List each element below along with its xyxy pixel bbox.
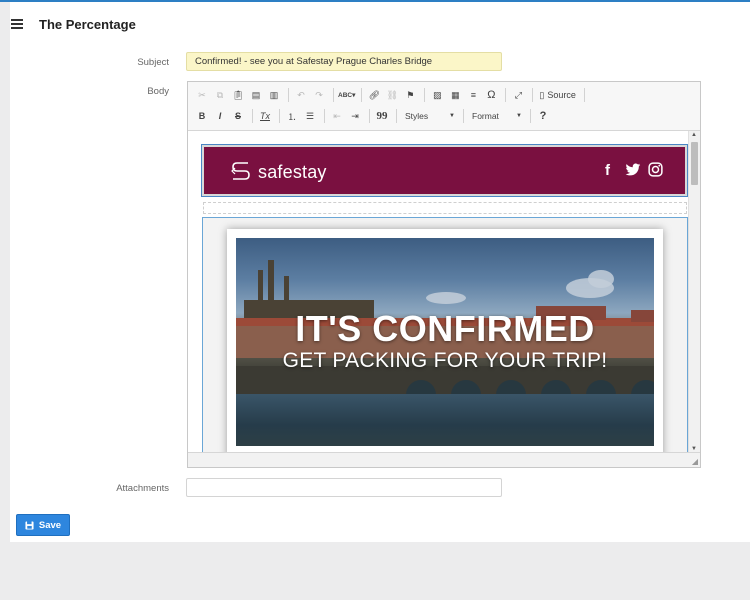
attachments-field[interactable] [186, 478, 502, 497]
chevron-down-icon: ▼ [449, 113, 455, 119]
subject-field[interactable]: Confirmed! - see you at Safestay Prague … [186, 52, 502, 71]
source-button[interactable]: ▯ Source [537, 87, 577, 103]
italic-button[interactable]: I [212, 108, 228, 124]
blockquote-icon[interactable]: 99 [374, 108, 390, 124]
spellcheck-icon[interactable]: ABC ▾ [338, 87, 355, 103]
hero-image-prague: IT'S CONFIRMED GET PACKING FOR YOUR TRIP… [236, 238, 654, 446]
maximize-icon[interactable]: ⤢ [510, 87, 526, 103]
app-title: The Percentage [39, 17, 136, 32]
email-header-banner: safestay f [201, 144, 688, 197]
outdent-icon[interactable]: ⇤ [329, 108, 345, 124]
redo-icon[interactable]: ↷ [311, 87, 327, 103]
unlink-icon[interactable]: ⛓ [384, 87, 400, 103]
editor-toolbar-row-1: ✂ ⧉ 📋︎ ▤ ▥ ↶ ↷ ABC ▾ 🔗︎ ⛓ ⚑ ▨ ▦ ≡ Ω ⤢ ▯ So… [194, 86, 589, 104]
rich-text-editor: ✂ ⧉ 📋︎ ▤ ▥ ↶ ↷ ABC ▾ 🔗︎ ⛓ ⚑ ▨ ▦ ≡ Ω ⤢ ▯ So… [187, 81, 701, 468]
paste-text-icon[interactable]: ▤ [248, 87, 264, 103]
bold-button[interactable]: B [194, 108, 210, 124]
body-label: Body [147, 86, 169, 97]
bulleted-list-icon[interactable]: ☰ [302, 108, 318, 124]
instagram-icon[interactable] [648, 162, 663, 177]
menu-icon[interactable] [11, 19, 23, 30]
cut-icon[interactable]: ✂ [194, 87, 210, 103]
horizontal-rule-icon[interactable]: ≡ [465, 87, 481, 103]
editor-scrollbar[interactable]: ▲ ▼ [688, 131, 700, 452]
floppy-disk-icon [25, 520, 34, 530]
safestay-logo-icon [231, 162, 250, 180]
image-icon[interactable]: ▨ [429, 87, 445, 103]
indent-icon[interactable]: ⇥ [347, 108, 363, 124]
email-hero-section: IT'S CONFIRMED GET PACKING FOR YOUR TRIP… [202, 217, 688, 452]
hero-card: IT'S CONFIRMED GET PACKING FOR YOUR TRIP… [227, 229, 663, 452]
source-icon: ▯ [539, 89, 545, 100]
anchor-icon[interactable]: ⚑ [402, 87, 418, 103]
resize-handle-icon[interactable]: ◢ [692, 457, 698, 466]
undo-icon[interactable]: ↶ [293, 87, 309, 103]
editor-footer: ◢ [188, 452, 700, 467]
strikethrough-button[interactable]: S [230, 108, 246, 124]
table-icon[interactable]: ▦ [447, 87, 463, 103]
link-icon[interactable]: 🔗︎ [366, 87, 382, 103]
editor-content-area[interactable]: safestay f IT'S CONFIRMED GET PACKING FO… [188, 130, 700, 452]
special-char-icon[interactable]: Ω [483, 87, 499, 103]
scroll-up-icon[interactable]: ▲ [691, 132, 697, 138]
chevron-down-icon: ▼ [516, 113, 522, 119]
format-dropdown[interactable]: Format ▼ [468, 108, 526, 124]
facebook-icon[interactable]: f [605, 162, 610, 179]
paste-word-icon[interactable]: ▥ [266, 87, 282, 103]
hero-title: IT'S CONFIRMED [295, 308, 595, 349]
save-label: Save [38, 519, 62, 531]
editor-toolbar-row-2: B I S Tx ⒈ ☰ ⇤ ⇥ 99 Styles ▼ Format ▼ ? [194, 107, 553, 125]
paste-icon[interactable]: 📋︎ [230, 87, 246, 103]
twitter-icon[interactable] [625, 163, 641, 177]
styles-dropdown[interactable]: Styles ▼ [401, 108, 459, 124]
hero-subtitle: GET PACKING FOR YOUR TRIP! [282, 349, 608, 372]
email-spacer-row [203, 202, 687, 214]
scrollbar-thumb[interactable] [691, 142, 698, 185]
subject-label: Subject [137, 57, 169, 68]
copy-icon[interactable]: ⧉ [212, 87, 228, 103]
save-button[interactable]: Save [16, 514, 70, 536]
help-button[interactable]: ? [535, 108, 551, 124]
app-header: The Percentage [10, 2, 750, 44]
numbered-list-icon[interactable]: ⒈ [284, 108, 300, 124]
remove-format-button[interactable]: Tx [257, 108, 273, 124]
attachments-label: Attachments [116, 483, 169, 494]
main-panel: The Percentage Subject Confirmed! - see … [10, 2, 750, 542]
brand-name: safestay [258, 162, 327, 182]
